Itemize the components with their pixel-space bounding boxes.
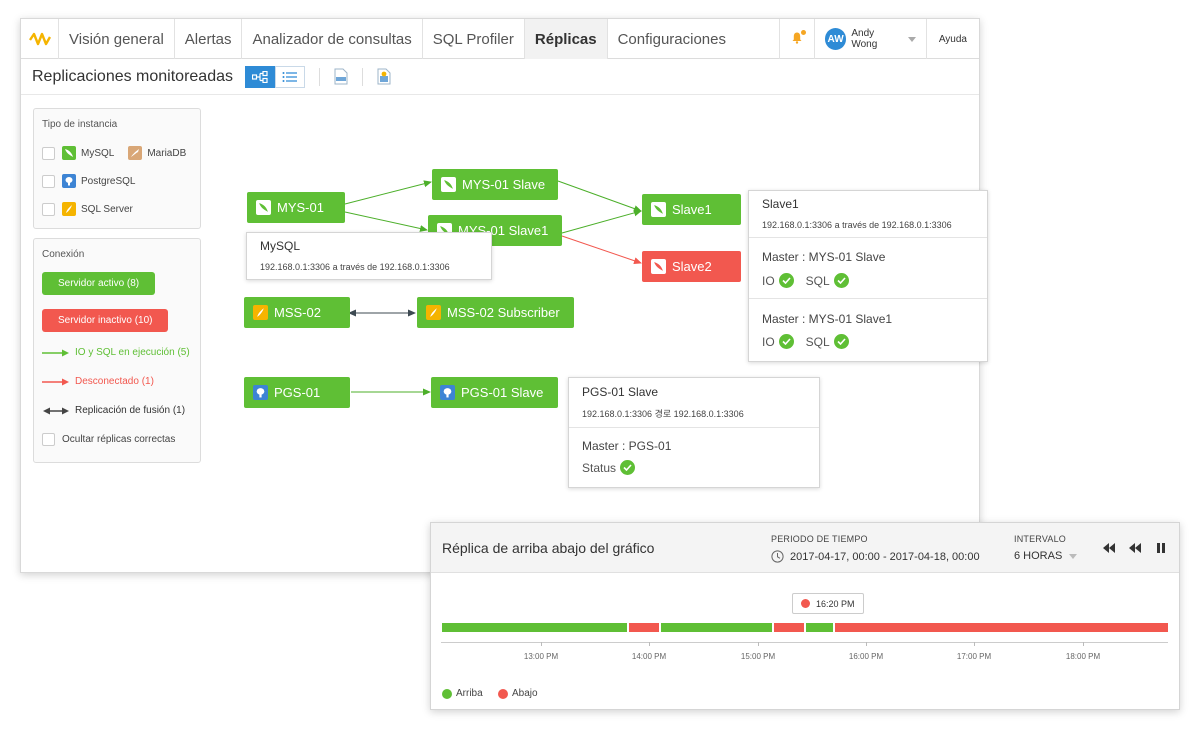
mysql-icon — [651, 202, 666, 217]
node-mys-01[interactable]: MYS-01 — [247, 192, 345, 223]
step-back-button[interactable] — [1129, 542, 1141, 554]
tooltip-address: 192.168.0.1:3306 경로 192.168.0.1:3306 — [582, 409, 744, 419]
axis-tick — [866, 642, 867, 646]
time-marker[interactable]: 16:20 PM — [792, 593, 864, 614]
mysql-icon — [651, 259, 666, 274]
axis-tick — [974, 642, 975, 646]
divider — [569, 427, 819, 428]
axis-tick-label: 15:00 PM — [740, 652, 776, 661]
tooltip-address: 192.168.0.1:3306 a través de 192.168.0.1… — [260, 262, 450, 272]
tooltip-title: Slave1 — [762, 197, 799, 211]
mysql-icon — [256, 200, 271, 215]
sql-server-icon — [426, 305, 441, 320]
main-window: Visión general Alertas Analizador de con… — [20, 18, 988, 573]
marker-dot — [801, 599, 810, 608]
node-label: MSS-02 — [274, 305, 321, 320]
node-label: Slave1 — [672, 202, 712, 217]
legend-label: Abajo — [512, 688, 538, 699]
status-row: Status — [582, 460, 647, 475]
node-pgs-01[interactable]: PGS-01 — [244, 377, 350, 408]
legend-dot — [498, 688, 508, 699]
divider — [749, 298, 987, 299]
segment-up[interactable] — [806, 623, 833, 632]
legend-label: Arriba — [456, 688, 483, 699]
interval-value: 6 HORAS — [1014, 550, 1063, 562]
axis-tick-label: 16:00 PM — [848, 652, 884, 661]
axis-tick-label: 17:00 PM — [956, 652, 992, 661]
axis-tick-label: 18:00 PM — [1065, 652, 1101, 661]
check-icon — [620, 460, 636, 475]
node-mss-02[interactable]: MSS-02 — [244, 297, 350, 328]
node-label: PGS-01 — [274, 385, 321, 400]
check-icon — [778, 334, 794, 349]
time-axis — [441, 642, 1168, 643]
node-label: Slave2 — [672, 259, 712, 274]
tooltip-title: PGS-01 Slave — [582, 385, 659, 399]
sql-server-icon — [253, 305, 268, 320]
slave1-tooltip: Slave1 192.168.0.1:3306 a través de 192.… — [748, 190, 988, 362]
check-icon — [833, 273, 849, 288]
tooltip-title: MySQL — [260, 239, 301, 253]
jump-start-button[interactable] — [1103, 542, 1115, 554]
replica-timeline-panel: Réplica de arriba abajo del gráfico PERI… — [430, 522, 1180, 710]
node-slave1[interactable]: Slave1 — [642, 194, 741, 225]
legend-up: Arriba — [442, 688, 483, 699]
mysql-tooltip: MySQL 192.168.0.1:3306 a través de 192.1… — [246, 232, 492, 280]
segment-up[interactable] — [661, 623, 772, 632]
axis-tick-label: 13:00 PM — [523, 652, 559, 661]
marker-label: 16:20 PM — [816, 598, 855, 609]
sql-label: SQL — [805, 334, 830, 349]
status-row: IO SQL — [762, 273, 861, 288]
rewind-icon — [1129, 543, 1141, 553]
node-label: PGS-01 Slave — [461, 385, 544, 400]
axis-tick — [1083, 642, 1084, 646]
axis-tick — [649, 642, 650, 646]
sql-label: SQL — [805, 273, 830, 288]
master-label: Master : MYS-01 Slave — [762, 250, 886, 264]
node-mss-02-subscriber[interactable]: MSS-02 Subscriber — [417, 297, 574, 328]
divider — [749, 237, 987, 238]
io-label: IO — [762, 334, 775, 349]
chevron-down-icon — [1069, 553, 1078, 559]
node-label: MYS-01 Slave — [462, 177, 546, 192]
period-label: PERIODO DE TIEMPO — [771, 534, 868, 544]
master-label: Master : MYS-01 Slave1 — [762, 312, 893, 326]
interval-selector[interactable]: 6 HORAS — [1014, 550, 1078, 562]
postgresql-icon — [440, 385, 455, 400]
legend-dot — [442, 688, 452, 699]
pgs-01-slave-tooltip: PGS-01 Slave 192.168.0.1:3306 경로 192.168… — [568, 377, 820, 488]
node-pgs-01-slave[interactable]: PGS-01 Slave — [431, 377, 558, 408]
period-selector[interactable]: 2017-04-17, 00:00 - 2017-04-18, 00:00 — [771, 550, 980, 563]
node-mys-01-slave[interactable]: MYS-01 Slave — [432, 169, 558, 200]
status-row: IO SQL — [762, 334, 861, 349]
tooltip-address: 192.168.0.1:3306 a través de 192.168.0.1… — [762, 220, 952, 230]
node-label: MYS-01 — [277, 200, 324, 215]
node-slave2[interactable]: Slave2 — [642, 251, 741, 282]
node-label: MSS-02 Subscriber — [447, 305, 560, 320]
mysql-icon — [441, 177, 456, 192]
status-label: Status — [582, 460, 617, 475]
pause-icon — [1157, 543, 1165, 553]
pause-button[interactable] — [1156, 542, 1166, 554]
fast-rewind-icon — [1103, 543, 1115, 553]
check-icon — [778, 273, 794, 288]
postgresql-icon — [253, 385, 268, 400]
axis-tick — [541, 642, 542, 646]
legend-down: Abajo — [498, 688, 538, 699]
master-label: Master : PGS-01 — [582, 439, 672, 453]
axis-tick — [758, 642, 759, 646]
segment-down[interactable] — [774, 623, 804, 632]
segment-down[interactable] — [629, 623, 659, 632]
segment-up[interactable] — [442, 623, 627, 632]
timeline-header: Réplica de arriba abajo del gráfico PERI… — [431, 523, 1179, 573]
interval-label: INTERVALO — [1014, 534, 1066, 544]
period-value: 2017-04-17, 00:00 - 2017-04-18, 00:00 — [790, 550, 980, 563]
axis-tick-label: 14:00 PM — [631, 652, 667, 661]
segment-down[interactable] — [835, 623, 1168, 632]
io-label: IO — [762, 273, 775, 288]
check-icon — [833, 334, 849, 349]
timeline-title: Réplica de arriba abajo del gráfico — [442, 540, 655, 556]
clock-icon — [771, 550, 784, 563]
